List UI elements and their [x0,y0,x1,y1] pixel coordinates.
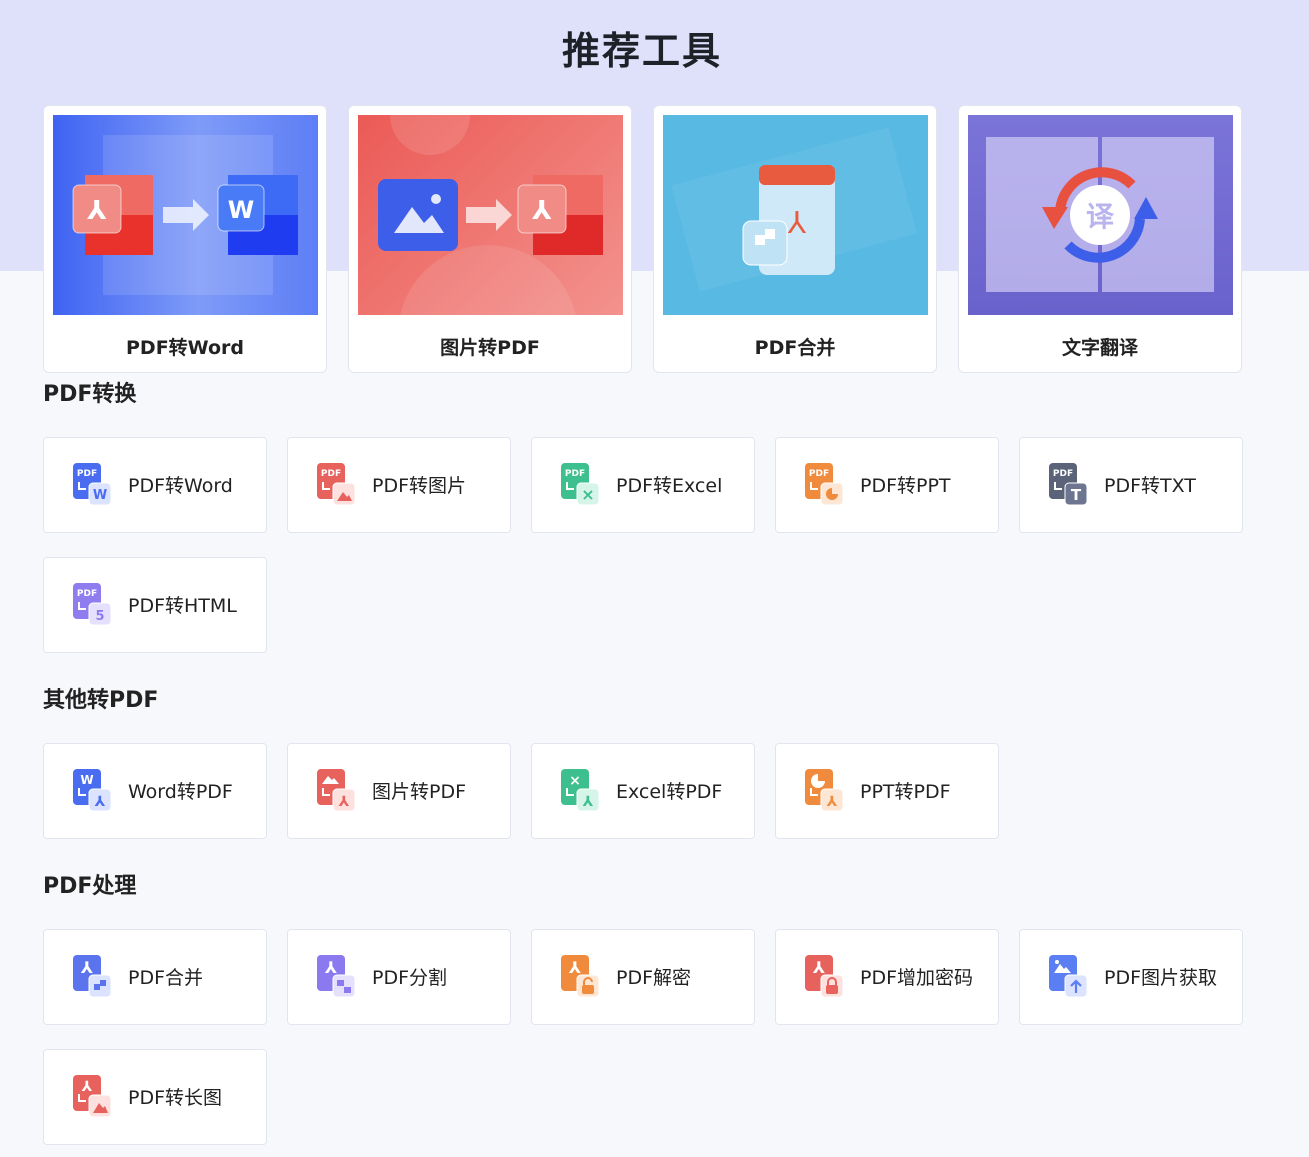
section-title-pdf-convert: PDF转换 [43,382,137,407]
svg-text:⅄: ⅄ [583,794,594,810]
tool-label: PPT转PDF [860,781,951,803]
excel-to-pdf-icon: × ⅄ [561,769,600,812]
svg-text:⅄: ⅄ [86,196,107,226]
section-title-other-to-pdf: 其他转PDF [43,688,159,713]
tool-pdf-to-txt[interactable]: PDF T PDF转TXT [1019,437,1243,533]
pdf-add-password-icon: ⅄ [805,955,844,998]
tool-label: PDF增加密码 [860,967,974,989]
tool-label: PDF转Excel [616,475,723,497]
word-to-pdf-icon: W ⅄ [73,769,112,812]
tool-label: PDF转Word [128,475,233,497]
svg-text:PDF: PDF [77,469,97,479]
svg-text:×: × [569,773,581,789]
svg-text:⅄: ⅄ [531,196,552,226]
tool-pdf-to-excel[interactable]: PDF × PDF转Excel [531,437,755,533]
featured-card-text-translate[interactable]: 译 文字翻译 [958,105,1242,373]
tool-label: PDF转PPT [860,475,951,497]
svg-text:PDF: PDF [565,469,585,479]
pdf-merge-illustration-icon: ⅄ [671,127,918,292]
tool-label: Word转PDF [128,781,233,803]
featured-card-pdf-to-word[interactable]: ⅄ W PDF转Word [43,105,327,373]
svg-text:⅄: ⅄ [80,958,93,977]
tool-word-to-pdf[interactable]: W ⅄ Word转PDF [43,743,267,839]
tool-label: Excel转PDF [616,781,723,803]
pdf-to-word-icon: PDF W [73,463,112,506]
section-title-pdf-processing: PDF处理 [43,874,137,899]
image-to-pdf-banner: ⅄ [358,115,623,315]
tool-label: PDF图片获取 [1104,967,1218,989]
featured-label: PDF转Word [126,337,244,359]
svg-text:⅄: ⅄ [812,958,825,977]
tool-pdf-to-html[interactable]: PDF 5 PDF转HTML [43,557,267,653]
tool-label: PDF转HTML [128,595,237,617]
pdf-to-image-icon: PDF [317,463,356,506]
svg-text:⅄: ⅄ [82,1079,93,1095]
featured-card-pdf-merge[interactable]: ⅄ PDF合并 [653,105,937,373]
svg-text:W: W [80,773,93,787]
svg-text:×: × [581,485,594,504]
tool-ppt-to-pdf[interactable]: ⅄ PPT转PDF [775,743,999,839]
tool-pdf-to-image[interactable]: PDF PDF转图片 [287,437,511,533]
tool-pdf-decrypt[interactable]: ⅄ PDF解密 [531,929,755,1025]
tool-pdf-to-word[interactable]: PDF W PDF转Word [43,437,267,533]
svg-text:T: T [1071,486,1082,504]
tool-pdf-to-ppt[interactable]: PDF PDF转PPT [775,437,999,533]
tool-label: 图片转PDF [372,781,467,803]
pdf-decrypt-icon: ⅄ [561,955,600,998]
featured-label: 文字翻译 [1061,337,1138,359]
pdf-extract-images-icon [1049,955,1088,998]
translate-badge: 译 [1086,200,1115,233]
tool-label: PDF合并 [128,967,204,989]
svg-text:5: 5 [95,609,104,624]
text-translate-banner: 译 [968,115,1233,315]
pdf-to-txt-icon: PDF T [1049,463,1088,506]
tool-pdf-to-long-image[interactable]: ⅄ PDF转长图 [43,1049,267,1145]
svg-text:⅄: ⅄ [95,794,106,810]
tool-pdf-extract-images[interactable]: PDF图片获取 [1019,929,1243,1025]
tool-label: PDF分割 [372,967,448,989]
tool-pdf-merge[interactable]: ⅄ PDF合并 [43,929,267,1025]
page-title: 推荐工具 [561,29,722,73]
svg-text:PDF: PDF [321,469,341,479]
svg-text:PDF: PDF [77,589,97,599]
tool-label: PDF转长图 [128,1087,223,1109]
svg-text:⅄: ⅄ [827,794,838,810]
pdf-to-word-illustration-icon: ⅄ W [72,135,298,295]
tool-label: PDF解密 [616,967,692,989]
featured-label: PDF合并 [754,337,836,359]
tool-excel-to-pdf[interactable]: × ⅄ Excel转PDF [531,743,755,839]
ppt-to-pdf-icon: ⅄ [805,769,844,812]
tool-label: PDF转图片 [372,475,467,497]
featured-label: 图片转PDF [440,337,540,359]
svg-text:PDF: PDF [1053,469,1073,479]
svg-text:PDF: PDF [809,469,829,479]
featured-card-image-to-pdf[interactable]: ⅄ 图片转PDF [348,105,632,373]
svg-text:⅄: ⅄ [788,206,807,241]
pdf-to-long-image-icon: ⅄ [73,1075,112,1118]
tool-image-to-pdf[interactable]: ⅄ 图片转PDF [287,743,511,839]
svg-text:W: W [93,488,107,503]
pdf-to-ppt-icon: PDF [805,463,844,506]
tool-label: PDF转TXT [1104,475,1196,497]
pdf-to-html-icon: PDF 5 [73,583,112,626]
svg-text:⅄: ⅄ [324,958,337,977]
pdf-split-icon: ⅄ [317,955,356,998]
translate-illustration-icon: 译 [986,137,1214,292]
svg-text:⅄: ⅄ [339,794,350,810]
pdf-to-word-banner: ⅄ W [53,115,318,315]
image-to-pdf-illustration-icon: ⅄ [378,115,603,315]
tool-pdf-split[interactable]: ⅄ PDF分割 [287,929,511,1025]
pdf-to-excel-icon: PDF × [561,463,600,506]
pdf-merge-banner: ⅄ [663,115,928,315]
image-to-pdf-icon: ⅄ [317,769,356,812]
pdf-merge-icon: ⅄ [73,955,112,998]
svg-text:W: W [228,196,254,224]
svg-text:⅄: ⅄ [568,958,581,977]
tool-pdf-add-password[interactable]: ⅄ PDF增加密码 [775,929,999,1025]
